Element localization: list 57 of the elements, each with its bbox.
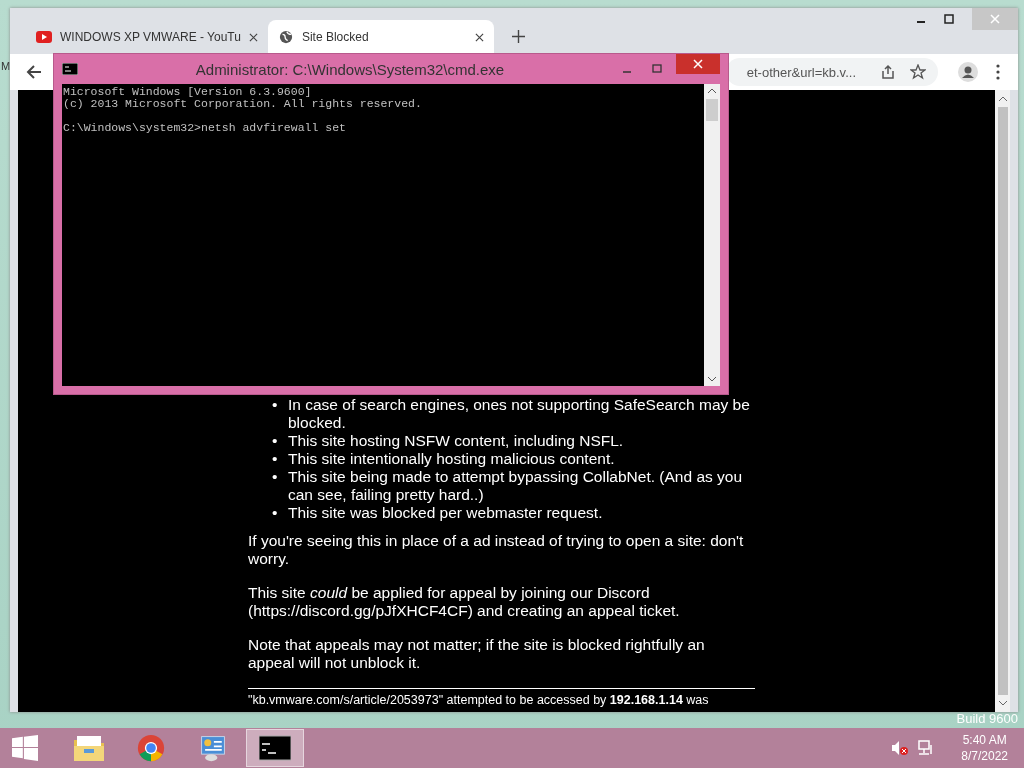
list-item: This site hosting NSFW content, including NSFL. [288, 432, 625, 450]
play-icon [36, 30, 52, 44]
bullet: • [272, 432, 279, 450]
taskbar-button[interactable] [246, 729, 304, 767]
close-icon [990, 14, 1000, 24]
list-item: This site intentionally hosting malicious content. [288, 450, 616, 468]
bullet: • [272, 468, 279, 487]
scrollbar[interactable] [704, 84, 720, 386]
list-item: This site being made to attempt bypassing CollabNet. (And as you can see, failing pretty hard..) [288, 468, 744, 504]
close-button[interactable] [676, 54, 720, 74]
new-tab-icon[interactable] [511, 30, 525, 43]
share-icon[interactable] [880, 64, 896, 80]
back-arrow-icon[interactable] [26, 64, 42, 80]
build-watermark: Build 9600 [956, 711, 1018, 726]
close-icon [693, 59, 703, 69]
star-icon[interactable] [910, 64, 926, 80]
console-line: C:\Windows\system32>netsh advfirewall set [63, 122, 347, 134]
desktop-icon-label: M [1, 60, 11, 72]
close-icon[interactable] [248, 32, 258, 42]
url-text: et-other&url=kb.v... [746, 64, 856, 80]
speaker-muted-icon[interactable] [891, 740, 910, 756]
scrollbar[interactable] [995, 90, 1010, 712]
bullet: • [272, 450, 279, 468]
windows-logo-icon[interactable] [12, 735, 38, 761]
clock-time: 5:40 AM [962, 732, 1007, 748]
console-line: (c) 2013 Microsoft Corporation. All rights reserved. [63, 98, 423, 110]
list-item: In case of search engines, ones not supporting SafeSearch may be blocked. [288, 396, 751, 432]
paragraph: Note that appeals may not matter; if the site is blocked rightfully an appeal will not unblock it. [248, 636, 706, 672]
terminal-icon [62, 63, 78, 75]
console-line: Microsoft Windows [Version 6.3.9600] [63, 86, 313, 98]
scroll-up-icon[interactable] [998, 96, 1007, 101]
address-bar[interactable]: et-other&url=kb.v... [726, 58, 938, 86]
menu-icon[interactable] [996, 64, 1000, 80]
paragraph: If you're seeing this in place of a ad instead of trying to open a site: don't worry. [248, 532, 745, 568]
globe-icon [277, 30, 294, 44]
list-item: This site was blocked per webmaster request. [288, 504, 604, 522]
scroll-down-icon[interactable] [998, 701, 1007, 706]
browser-icon [135, 734, 167, 762]
folder-icon [73, 734, 105, 762]
scroll-down-icon[interactable] [708, 377, 716, 382]
access-notice: "kb.vmware.com/s/article/2053973" attempted to be accessed by 192.168.1.14 was [248, 692, 710, 709]
maximize-icon[interactable] [944, 14, 954, 24]
tab-title: WINDOWS XP VMWARE - YouTu [60, 30, 241, 44]
close-icon[interactable] [474, 32, 484, 42]
tab-title: Site Blocked [301, 30, 370, 44]
terminal-icon [259, 734, 291, 762]
window-title: Administrator: C:\Windows\System32\cmd.exe [194, 60, 506, 78]
browser-tab[interactable]: Site Blocked [267, 20, 494, 54]
bullet: • [272, 396, 279, 415]
bullet: • [272, 504, 279, 522]
scroll-thumb[interactable] [706, 99, 718, 121]
clock-date: 8/7/2022 [961, 748, 1008, 764]
paragraph: This site could be applied for appeal by joining our Discord (https://discord.gg/pJfXHCF4CF) and creating an appeal ticket. [248, 584, 681, 620]
profile-icon[interactable] [958, 62, 978, 82]
scroll-up-icon[interactable] [708, 88, 716, 93]
scroll-thumb[interactable] [997, 107, 1008, 695]
browser-tab[interactable]: WINDOWS XP VMWARE - YouTu [26, 20, 268, 54]
